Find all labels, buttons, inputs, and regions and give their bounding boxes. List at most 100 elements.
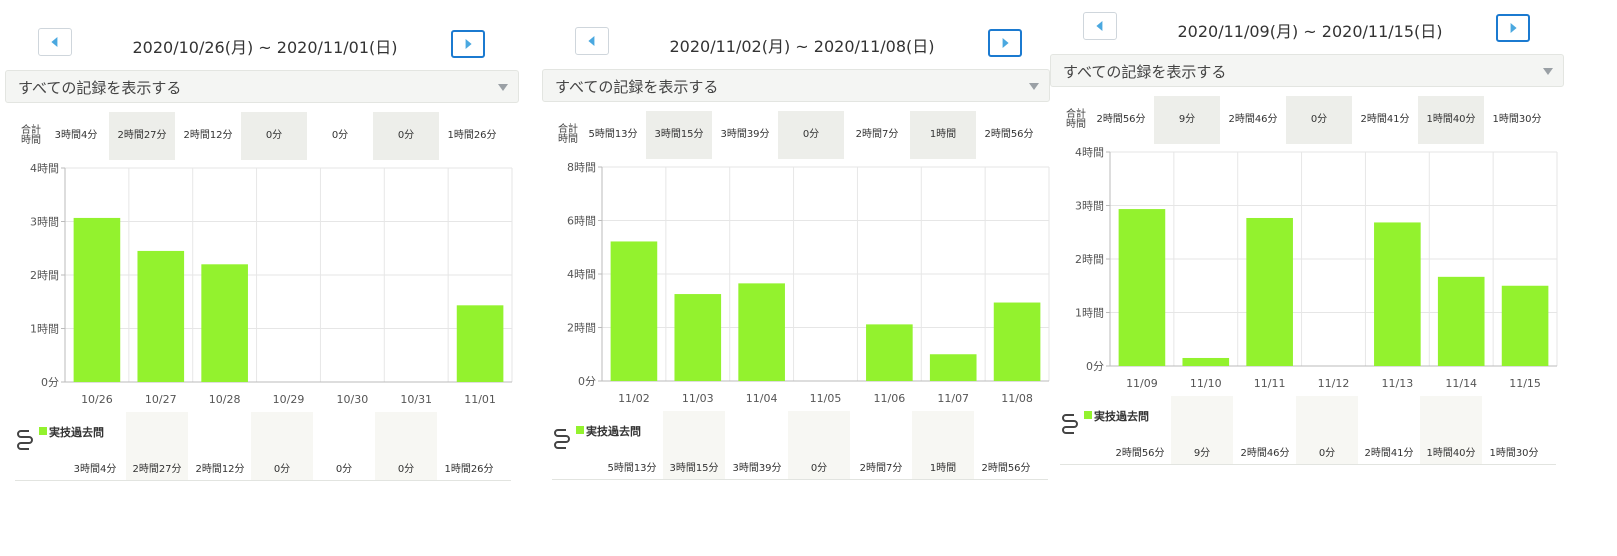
total-cell: 0分 (778, 111, 844, 159)
x-tick-label: 11/02 (618, 392, 650, 405)
total-cell: 2時間7分 (855, 129, 899, 140)
breakdown-value: 2時間27分 (132, 464, 182, 475)
x-tick-label: 11/14 (1445, 377, 1477, 390)
prev-week-button[interactable] (575, 27, 609, 55)
total-cell: 2時間56分 (984, 129, 1034, 140)
legend-label: 実技過去問 (49, 426, 104, 439)
total-cell: 5時間13分 (588, 129, 638, 140)
y-tick-label: 0分 (578, 375, 596, 388)
x-tick-label: 11/11 (1254, 377, 1286, 390)
route-icon (17, 430, 33, 450)
breakdown-value: 2時間56分 (1115, 448, 1165, 459)
total-cell: 0分 (241, 112, 307, 160)
breakdown-value: 2時間7分 (859, 463, 903, 474)
total-cell: 1時間30分 (1492, 114, 1542, 125)
x-tick-label: 11/04 (746, 392, 778, 405)
x-tick-label: 11/07 (937, 392, 969, 405)
route-icon (1062, 414, 1078, 434)
next-week-button[interactable] (1496, 14, 1530, 42)
legend-swatch (1084, 411, 1092, 419)
x-tick-label: 11/08 (1001, 392, 1033, 405)
x-tick-label: 11/03 (682, 392, 714, 405)
filter-selected-value: すべての記録を表示する (555, 78, 719, 96)
x-tick-label: 11/06 (874, 392, 906, 405)
x-tick-label: 10/27 (145, 393, 177, 406)
breakdown-value: 1時間 (929, 463, 957, 474)
totals-label: 合計時間 (558, 124, 578, 145)
breakdown-value: 1時間30分 (1489, 448, 1539, 459)
total-cell: 3時間4分 (54, 130, 98, 141)
x-tick-label: 10/29 (273, 393, 305, 406)
bar (610, 241, 658, 381)
triangle-left-icon (588, 36, 595, 46)
x-tick-label: 11/13 (1382, 377, 1414, 390)
total-cell: 1時間40分 (1418, 96, 1484, 144)
bar (929, 354, 977, 381)
y-tick-label: 1時間 (1075, 307, 1104, 320)
total-cell: 9分 (1154, 96, 1220, 144)
total-cell: 2時間41分 (1360, 114, 1410, 125)
caret-down-icon (1029, 83, 1039, 90)
total-cell: 2時間56分 (1096, 114, 1146, 125)
record-filter-select[interactable]: すべての記録を表示する (5, 70, 519, 103)
y-tick-label: 4時間 (30, 162, 59, 175)
next-week-button[interactable] (988, 29, 1022, 57)
legend-swatch (39, 427, 47, 435)
total-cell: 2時間12分 (183, 130, 233, 141)
y-tick-label: 2時間 (1075, 253, 1104, 266)
breakdown-value: 2時間12分 (195, 464, 245, 475)
x-tick-label: 10/26 (81, 393, 113, 406)
total-cell: 0分 (1286, 96, 1352, 144)
totals-label: 合計時間 (21, 125, 41, 146)
y-tick-label: 2時間 (30, 269, 59, 282)
breakdown-value: 2時間41分 (1364, 448, 1414, 459)
week-period: 2020/11/02(月) ~ 2020/11/08(日) (669, 37, 935, 56)
week-panel-1: 2020/10/26(月) ~ 2020/11/01(日) すべての記録を表示す… (5, 28, 525, 528)
divider (1060, 464, 1556, 465)
x-tick-label: 11/10 (1190, 377, 1222, 390)
divider (552, 479, 1048, 480)
breakdown-value: 3時間39分 (732, 463, 782, 474)
bar (866, 324, 913, 381)
x-tick-label: 11/15 (1509, 377, 1541, 390)
y-tick-label: 4時間 (1075, 146, 1104, 159)
y-tick-label: 0分 (1086, 360, 1104, 373)
caret-down-icon (498, 84, 508, 91)
total-cell: 3時間15分 (646, 111, 712, 159)
total-cell: 0分 (373, 112, 439, 160)
x-tick-label: 11/12 (1318, 377, 1350, 390)
breakdown-value: 2時間46分 (1240, 448, 1290, 459)
bar (1437, 276, 1485, 366)
x-tick-label: 11/09 (1126, 377, 1158, 390)
y-tick-label: 3時間 (1075, 200, 1104, 213)
record-filter-select[interactable]: すべての記録を表示する (542, 69, 1050, 102)
bar (1501, 285, 1549, 366)
total-cell: 2時間46分 (1228, 114, 1278, 125)
total-cell: 2時間27分 (109, 112, 175, 160)
bar (1118, 209, 1166, 366)
triangle-right-icon (465, 39, 472, 49)
totals-label: 合計時間 (1066, 109, 1086, 130)
record-filter-select[interactable]: すべての記録を表示する (1050, 54, 1564, 87)
study-time-bar-chart: 0分 1時間 2時間 3時間 4時間 10/26 10/27 10/28 10/29 10/30 1… (30, 162, 513, 406)
breakdown-value: 0分 (1318, 448, 1336, 459)
total-cell: 1時間 (910, 111, 976, 159)
total-cell: 3時間39分 (720, 129, 770, 140)
y-tick-label: 0分 (41, 376, 59, 389)
legend-label: 実技過去問 (1094, 410, 1149, 423)
prev-week-button[interactable] (1083, 12, 1117, 40)
prev-week-button[interactable] (38, 28, 72, 56)
triangle-right-icon (1002, 38, 1009, 48)
bar (993, 302, 1041, 381)
y-tick-label: 8時間 (567, 161, 596, 174)
x-tick-label: 10/31 (400, 393, 432, 406)
next-week-button[interactable] (451, 30, 485, 58)
legend-swatch (576, 426, 584, 434)
triangle-left-icon (51, 37, 58, 47)
week-panel-3: 2020/11/09(月) ~ 2020/11/15(日) すべての記録を表示す… (1050, 12, 1570, 512)
study-time-bar-chart: 0分 1時間 2時間 3時間 4時間 11/09 11/10 11/11 11/12 11/13 1… (1075, 146, 1558, 390)
bar (137, 250, 185, 382)
filter-selected-value: すべての記録を表示する (1063, 63, 1227, 81)
y-tick-label: 1時間 (30, 323, 59, 336)
route-icon (554, 429, 570, 449)
